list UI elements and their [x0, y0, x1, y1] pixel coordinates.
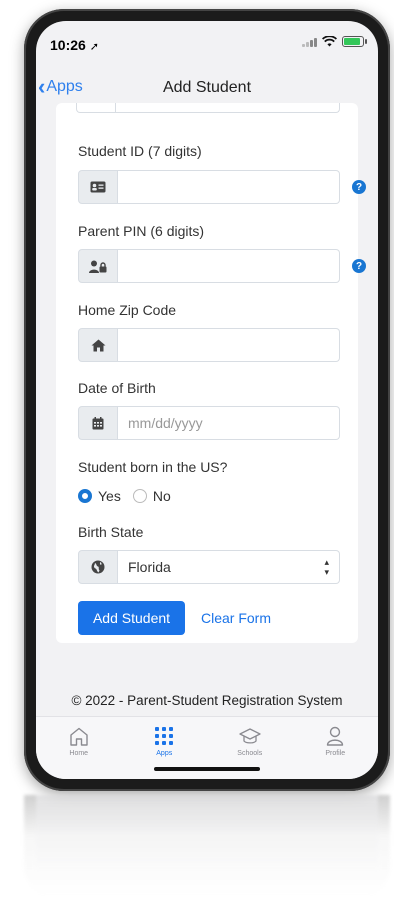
zip-input[interactable] [118, 328, 340, 362]
nav-bar: ‹ Apps Add Student [36, 71, 378, 105]
parent-pin-group [78, 249, 340, 283]
dob-input[interactable]: mm/dd/yyyy [118, 406, 340, 440]
born-us-no-option[interactable]: No [132, 488, 171, 504]
signal-icon [302, 36, 317, 47]
battery-icon [342, 36, 367, 47]
student-id-label: Student ID (7 digits) [78, 143, 202, 159]
home-indicator[interactable] [154, 767, 260, 771]
phone-frame: 10:26 ➚ ‹ Apps Add Student Student ID (7… [24, 9, 390, 791]
phone-screen: 10:26 ➚ ‹ Apps Add Student Student ID (7… [36, 21, 378, 779]
zip-group [78, 328, 340, 362]
apps-grid-icon [153, 725, 175, 747]
parent-pin-input[interactable] [118, 249, 340, 283]
previous-field-input[interactable] [76, 103, 340, 113]
wifi-icon [322, 36, 337, 47]
tab-schools-label: Schools [237, 750, 263, 757]
born-us-yes-option[interactable]: Yes [78, 488, 121, 504]
dob-group: mm/dd/yyyy [78, 406, 340, 440]
status-time: 10:26 ➚ [50, 37, 99, 53]
phone-reflection [24, 795, 390, 897]
clear-form-link[interactable]: Clear Form [201, 610, 271, 626]
id-card-icon [78, 170, 118, 204]
tab-home-label: Home [69, 750, 89, 757]
student-id-help-icon[interactable]: ? [352, 180, 366, 194]
zip-label: Home Zip Code [78, 302, 177, 318]
person-icon [324, 725, 346, 747]
tab-apps-label: Apps [156, 750, 173, 757]
home-icon [68, 725, 90, 747]
status-bar: 10:26 ➚ [36, 21, 378, 63]
birth-state-select[interactable]: Florida ▴ ▾ [118, 550, 340, 584]
radio-yes-label: Yes [98, 488, 121, 504]
parent-pin-label: Parent PIN (6 digits) [78, 223, 205, 239]
globe-icon [78, 550, 118, 584]
page-title: Add Student [162, 79, 252, 96]
radio-yes-checked[interactable] [78, 489, 92, 503]
add-student-button[interactable]: Add Student [78, 601, 185, 635]
tab-profile[interactable]: Profile [293, 717, 379, 779]
born-us-radio-group: Yes No [78, 488, 175, 504]
student-id-group [78, 170, 340, 204]
radio-no-unchecked[interactable] [132, 489, 147, 503]
born-us-label: Student born in the US? [78, 459, 228, 475]
birth-state-label: Birth State [78, 524, 144, 540]
tab-profile-label: Profile [325, 750, 346, 757]
home-icon [78, 328, 118, 362]
birth-state-value: Florida [128, 559, 171, 575]
student-id-input[interactable] [118, 170, 340, 204]
footer-copyright: © 2022 - Parent-Student Registration Sys… [71, 693, 343, 708]
radio-no-label: No [152, 488, 171, 504]
status-icons [302, 36, 367, 47]
reflection-screen [36, 795, 378, 875]
dob-label: Date of Birth [78, 380, 156, 396]
user-lock-icon [78, 249, 118, 283]
graduation-cap-icon [239, 725, 261, 747]
form-card: Student ID (7 digits) ? Parent PIN (6 di… [56, 103, 366, 643]
calendar-icon [78, 406, 118, 440]
tab-home[interactable]: Home [36, 717, 122, 779]
parent-pin-help-icon[interactable]: ? [352, 259, 366, 273]
birth-state-group: Florida ▴ ▾ [78, 550, 340, 584]
location-arrow-icon: ➚ [89, 41, 99, 53]
select-caret-icon: ▴ ▾ [324, 557, 329, 577]
